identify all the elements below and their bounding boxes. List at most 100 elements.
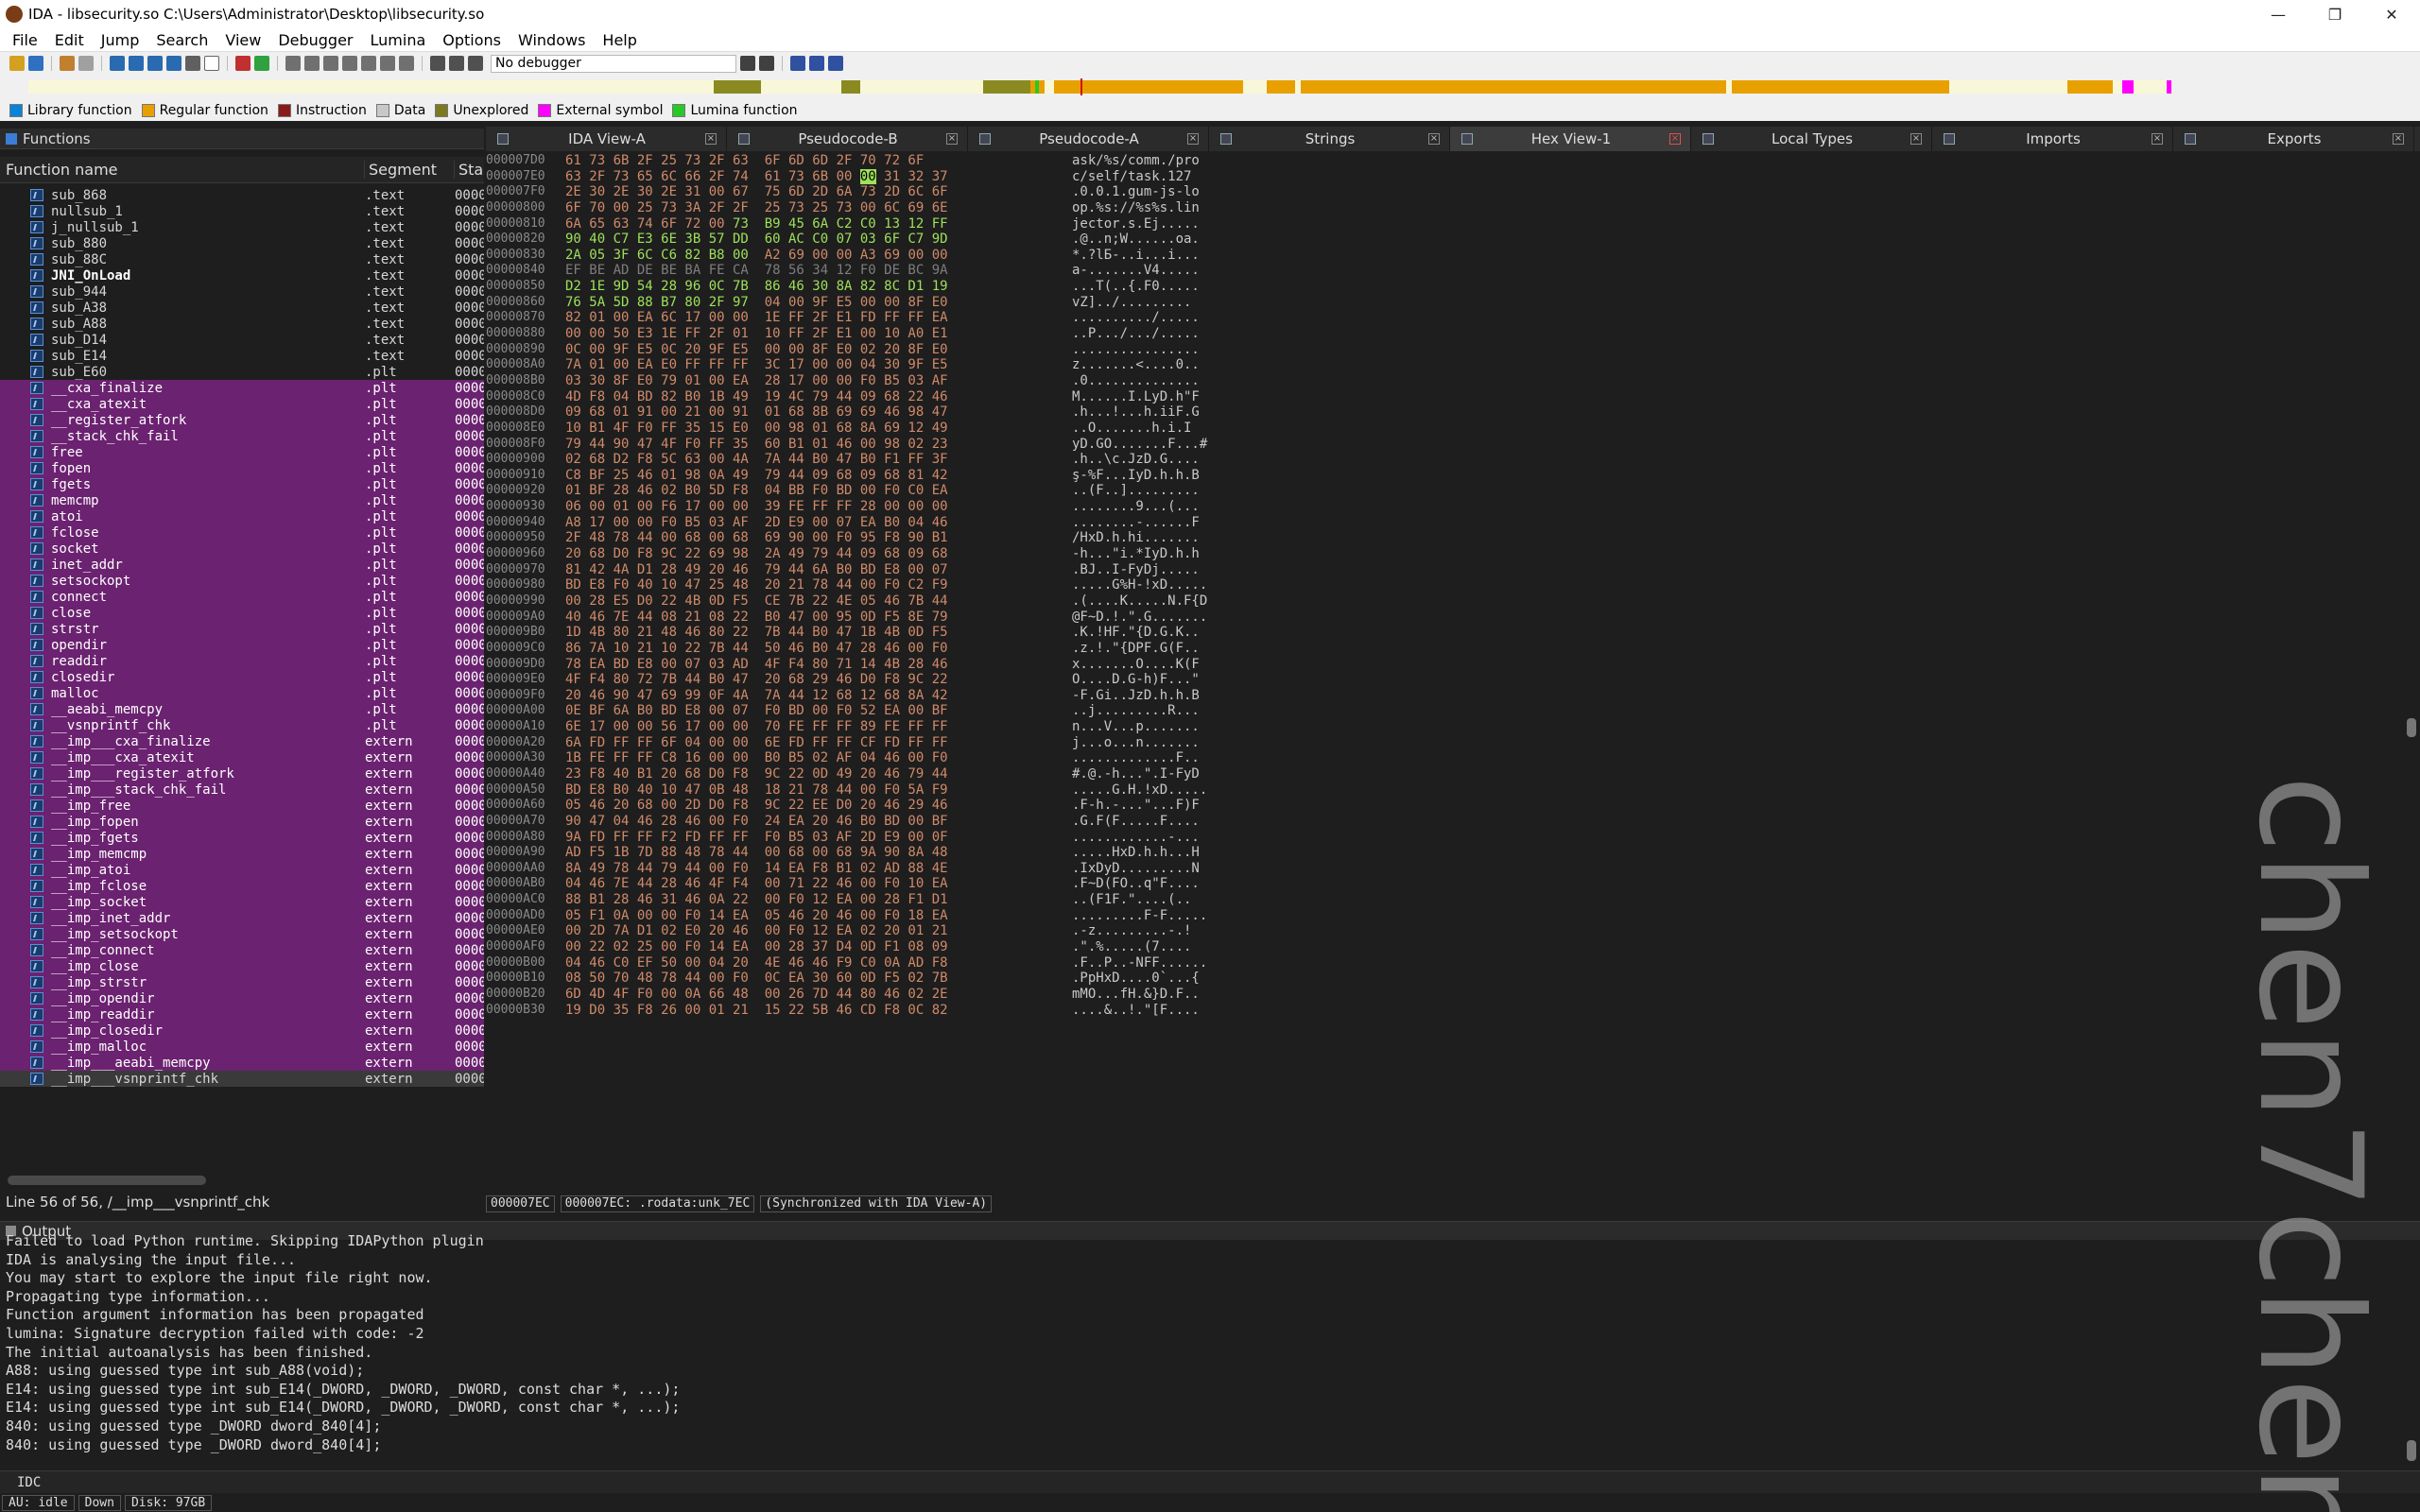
stop-icon[interactable] [468,56,483,71]
function-row[interactable]: __imp_memcmp extern 0000 [0,846,484,862]
function-row[interactable]: __imp_atoi extern 0000 [0,862,484,878]
hex-row[interactable]: 00000AA0 8A 49 78 44 79 44 00 F0 14 EA F8… [486,861,2405,877]
function-row[interactable]: close .plt 0000 [0,605,484,621]
function-row[interactable]: nullsub_1 .text 0000 [0,203,484,219]
tree-icon[interactable] [828,56,843,71]
function-row[interactable]: setsockopt .plt 0000 [0,573,484,589]
column-start[interactable]: Sta [455,161,484,179]
function-row[interactable]: fgets .plt 0000 [0,476,484,492]
function-row[interactable]: __imp___cxa_atexit extern 0000 [0,749,484,765]
hex-row[interactable]: 00000B20 6D 4D 4F F0 00 0A 66 48 00 26 7D… [486,987,2405,1003]
navigation-band[interactable] [0,75,2420,100]
hex-row[interactable]: 000008F0 79 44 90 47 4F F0 FF 35 60 B1 01… [486,437,2405,453]
hex-vertical-scrollbar[interactable] [2407,718,2416,737]
close-icon[interactable]: × [705,133,717,145]
text-icon[interactable] [204,56,219,71]
array-icon[interactable] [166,56,182,71]
hex-row[interactable]: 00000AC0 88 B1 28 46 31 46 0A 22 00 F0 12… [486,892,2405,908]
graph-icon[interactable] [285,56,301,71]
hex-row[interactable]: 000008C0 4D F8 04 BD 82 B0 1B 49 19 4C 79… [486,389,2405,405]
function-row[interactable]: closedir .plt 0000 [0,669,484,685]
tab-pseudocode-b[interactable]: Pseudocode-B × [727,127,968,151]
hex-row[interactable]: 00000A80 9A FD FF FF F2 FD FF FF F0 B5 03… [486,830,2405,846]
menu-file[interactable]: File [4,31,46,49]
function-row[interactable]: sub_A88 .text 0000 [0,316,484,332]
function-row[interactable]: __imp_fgets extern 0000 [0,830,484,846]
menu-help[interactable]: Help [594,31,645,49]
idc-command-line[interactable]: IDC [0,1470,2420,1493]
function-row[interactable]: __imp_fclose extern 0000 [0,878,484,894]
data-icon[interactable] [129,56,144,71]
hex-row[interactable]: 00000900 02 68 D2 F8 5C 63 00 4A 7A 44 B0… [486,452,2405,468]
function-row[interactable]: fclose .plt 0000 [0,524,484,541]
lumina-icon[interactable] [254,56,269,71]
hex-row[interactable]: 00000850 D2 1E 9D 54 28 96 0C 7B 86 46 30… [486,279,2405,295]
hex-row[interactable]: 00000990 00 28 E5 D0 22 4B 0D F5 CE 7B 22… [486,593,2405,610]
hex-row[interactable]: 00000AE0 00 2D 7A D1 02 E0 20 46 00 F0 12… [486,923,2405,939]
close-icon[interactable]: × [1910,133,1922,145]
function-row[interactable]: memcmp .plt 0000 [0,492,484,508]
hex-row[interactable]: 00000930 06 00 01 00 F6 17 00 00 39 FE FF… [486,499,2405,515]
tab-hex-view-1[interactable]: Hex View-1 × [1450,127,1691,151]
function-row[interactable]: __imp___register_atfork extern 0000 [0,765,484,782]
hex-row[interactable]: 00000A30 1B FE FF FF C8 16 00 00 B0 B5 02… [486,750,2405,766]
hex-row[interactable]: 00000AF0 00 22 02 25 00 F0 14 EA 00 28 37… [486,939,2405,955]
close-window-button[interactable]: ✕ [2363,0,2420,28]
function-row[interactable]: inet_addr .plt 0000 [0,557,484,573]
hex-row[interactable]: 00000840 EF BE AD DE BE BA FE CA 78 56 34… [486,263,2405,279]
function-row[interactable]: __imp_malloc extern 0000 [0,1039,484,1055]
hex-row[interactable]: 000007E0 63 2F 73 65 6C 66 2F 74 61 73 6B… [486,168,2405,185]
menu-windows[interactable]: Windows [510,31,594,49]
function-row[interactable]: opendir .plt 0000 [0,637,484,653]
hex-row[interactable]: 000008D0 09 68 01 91 00 21 00 91 01 68 8B… [486,404,2405,421]
hex-row[interactable]: 00000AD0 05 F1 0A 00 00 F0 14 EA 05 46 20… [486,908,2405,924]
idc-label[interactable]: IDC [17,1475,41,1490]
close-icon[interactable]: × [1428,133,1440,145]
function-row[interactable]: __aeabi_memcpy .plt 0000 [0,701,484,717]
struct-icon[interactable] [361,56,376,71]
bookmark-icon[interactable] [399,56,414,71]
patch-icon[interactable] [380,56,395,71]
function-row[interactable]: sub_880 .text 0000 [0,235,484,251]
output-vertical-scrollbar[interactable] [2407,1440,2416,1461]
function-row[interactable]: __imp_free extern 0000 [0,798,484,814]
hex-row[interactable]: 00000890 0C 00 9F E5 0C 20 9F E5 00 00 8F… [486,342,2405,358]
hex-row[interactable]: 000009D0 78 EA BD E8 00 07 03 AD 4F F4 80… [486,657,2405,673]
hex-row[interactable]: 00000A10 6E 17 00 00 56 17 00 00 70 FE FF… [486,719,2405,735]
function-row[interactable]: sub_944 .text 0000 [0,284,484,300]
hex-row[interactable]: 00000830 2A 05 3F 6C C6 82 B8 00 A2 69 00… [486,248,2405,264]
tab-strings[interactable]: Strings × [1209,127,1450,151]
hex-row[interactable]: 000007D0 61 73 6B 2F 25 73 2F 63 6F 6D 6D… [486,153,2405,169]
hex-row[interactable]: 00000A90 AD F5 1B 7D 88 48 78 44 00 68 00… [486,845,2405,861]
function-row[interactable]: __register_atfork .plt 0000 [0,412,484,428]
function-row[interactable]: __imp___aeabi_memcpy extern 0000 [0,1055,484,1071]
function-row[interactable]: atoi .plt 0000 [0,508,484,524]
hex-row[interactable]: 00000910 C8 BF 25 46 01 98 0A 49 79 44 09… [486,468,2405,484]
hex-row[interactable]: 00000960 20 68 D0 F8 9C 22 69 98 2A 49 79… [486,546,2405,562]
hex-row[interactable]: 00000970 81 42 4A D1 28 49 20 46 79 44 6A… [486,562,2405,578]
function-row[interactable]: __imp_socket extern 0000 [0,894,484,910]
close-icon[interactable]: × [2152,133,2163,145]
layout-icon[interactable] [790,56,805,71]
hex-view[interactable]: 000007D0 61 73 6B 2F 25 73 2F 63 6F 6D 6D… [486,153,2405,1189]
code-icon[interactable] [110,56,125,71]
hex-row[interactable]: 00000920 01 BF 28 46 02 B0 5D F8 04 BB F0… [486,483,2405,499]
close-icon[interactable]: × [1669,133,1681,145]
hex-row[interactable]: 000009F0 20 46 90 47 69 99 0F 4A 7A 44 12… [486,688,2405,704]
menu-jump[interactable]: Jump [93,31,148,49]
hex-row[interactable]: 00000B00 04 46 C0 EF 50 00 04 20 4E 46 46… [486,955,2405,971]
function-row[interactable]: __imp___stack_chk_fail extern 0000 [0,782,484,798]
menu-debugger[interactable]: Debugger [269,31,361,49]
function-row[interactable]: sub_88C .text 0000 [0,251,484,267]
tab-ida-view-a[interactable]: IDA View-A × [486,127,727,151]
play-icon[interactable] [430,56,445,71]
function-row[interactable]: __imp_strstr extern 0000 [0,974,484,990]
hex-row[interactable]: 00000A70 90 47 04 46 28 46 00 F0 24 EA 20… [486,814,2405,830]
hex-row[interactable]: 00000AB0 04 46 7E 44 28 46 4F F4 00 71 22… [486,876,2405,892]
close-icon[interactable]: × [1187,133,1199,145]
function-row[interactable]: JNI_OnLoad .text 0000 [0,267,484,284]
menu-view[interactable]: View [216,31,269,49]
close-icon[interactable]: × [2393,133,2404,145]
function-row[interactable]: __imp_close extern 0000 [0,958,484,974]
function-row[interactable]: free .plt 0000 [0,444,484,460]
